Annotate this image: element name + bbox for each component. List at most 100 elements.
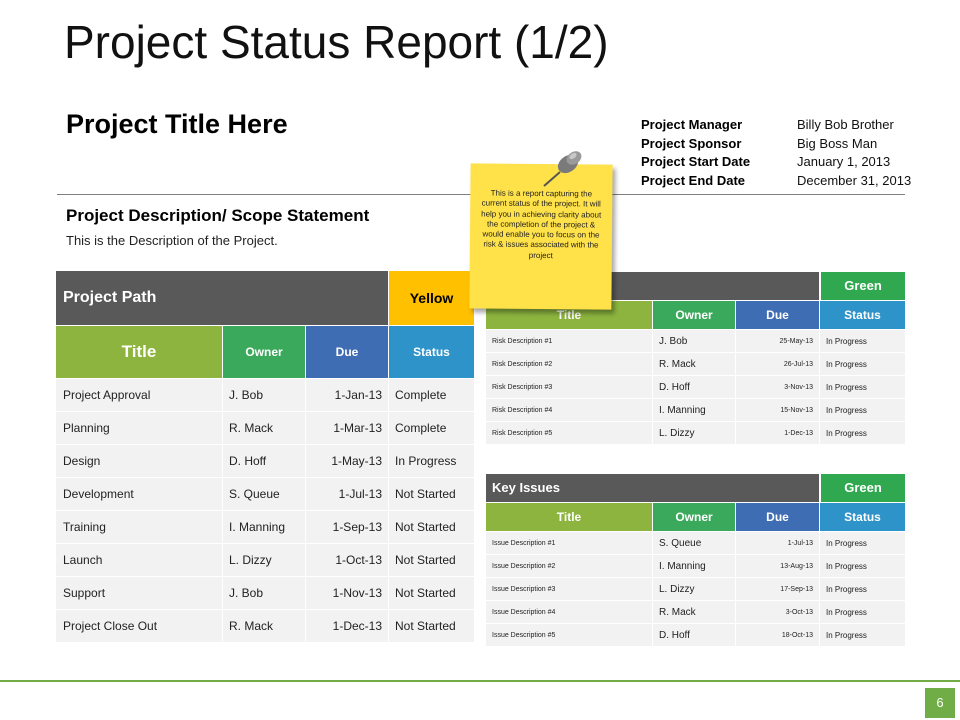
cell-status: In Progress [819, 329, 906, 353]
status-badge: Green [819, 474, 905, 502]
meta-value: Big Boss Man [797, 135, 878, 151]
cell-title: Issue Description #2 [485, 554, 653, 578]
cell-title: Design [55, 444, 223, 478]
cell-owner: R. Mack [652, 600, 736, 624]
cell-title: Risk Description #5 [485, 421, 653, 445]
column-header-status: Status [819, 502, 906, 532]
column-header-title: Title [485, 502, 653, 532]
meta-row-sponsor: Project Sponsor Big Boss Man [641, 135, 911, 154]
cell-status: Not Started [388, 477, 476, 511]
column-header-status: Status [819, 300, 906, 330]
cell-title: Project Approval [55, 378, 223, 412]
cell-owner: D. Hoff [652, 623, 736, 647]
meta-value: Billy Bob Brother [797, 117, 894, 132]
slide-title: Project Status Report (1/2) [64, 16, 609, 68]
cell-due: 1-Jul-13 [304, 477, 390, 511]
column-header-row: Title Owner Due Status [55, 325, 476, 379]
table-row: Project Close Out R. Mack 1-Dec-13 Not Star… [55, 609, 476, 643]
cell-title: Issue Description #1 [485, 531, 653, 555]
column-header-owner: Owner [652, 502, 736, 532]
meta-row-manager: Project Manager Billy Bob Brother [641, 116, 911, 135]
table-row: Issue Description #1 S. Queue 1-Jul-13 In P… [485, 531, 906, 555]
cell-title: Risk Description #2 [485, 352, 653, 376]
cell-status: In Progress [819, 577, 906, 601]
table-row: Training I. Manning 1-Sep-13 Not Started [55, 510, 476, 544]
cell-status: In Progress [819, 531, 906, 555]
cell-due: 1-May-13 [304, 444, 390, 478]
column-header-due: Due [735, 300, 820, 330]
cell-title: Issue Description #3 [485, 577, 653, 601]
table-row: Project Approval J. Bob 1-Jan-13 Complete [55, 378, 476, 412]
cell-status: Not Started [388, 543, 476, 577]
cell-due: 25-May-13 [735, 329, 820, 353]
cell-status: In Progress [819, 352, 906, 376]
cell-status: In Progress [819, 375, 906, 399]
cell-owner: L. Dizzy [652, 421, 736, 445]
cell-status: In Progress [388, 444, 476, 478]
cell-due: 13-Aug-13 [735, 554, 820, 578]
cell-owner: S. Queue [652, 531, 736, 555]
table-row: Risk Description #1 J. Bob 25-May-13 In Pro… [485, 329, 906, 353]
footer-line [0, 680, 960, 682]
project-path-heading: Project Path [54, 270, 390, 326]
meta-value: January 1, 2013 [797, 154, 891, 170]
cell-due: 1-Jan-13 [304, 378, 390, 412]
table-row: Risk Description #2 R. Mack 26-Jul-13 In Pr… [485, 352, 906, 376]
column-header-owner: Owner [222, 325, 306, 379]
table-row: Risk Description #5 L. Dizzy 1-Dec-13 In Pr… [485, 421, 906, 445]
status-badge: Green [819, 272, 905, 300]
cell-owner: I. Manning [222, 510, 306, 544]
cell-owner: I. Manning [652, 554, 736, 578]
table-header-row: Key Issues Green [485, 473, 906, 503]
project-title: Project Title Here [66, 109, 288, 139]
cell-due: 17-Sep-13 [735, 577, 820, 601]
cell-title: Training [55, 510, 223, 544]
description-heading: Project Description/ Scope Statement [66, 206, 370, 225]
cell-due: 1-Dec-13 [735, 421, 820, 445]
table-row: Design D. Hoff 1-May-13 In Progress [55, 444, 476, 478]
cell-status: Complete [388, 378, 476, 412]
column-header-title: Title [55, 325, 223, 379]
meta-label: Project Sponsor [641, 135, 742, 151]
cell-status: Not Started [388, 609, 476, 643]
table-row: Launch L. Dizzy 1-Oct-13 Not Started [55, 543, 476, 577]
meta-label: Project Start Date [641, 154, 751, 170]
cell-owner: L. Dizzy [222, 543, 306, 577]
table-row: Planning R. Mack 1-Mar-13 Complete [55, 411, 476, 445]
cell-title: Issue Description #4 [485, 600, 653, 624]
cell-status: In Progress [819, 554, 906, 578]
cell-title: Planning [55, 411, 223, 445]
cell-due: 3-Oct-13 [735, 600, 820, 624]
cell-due: 1-Oct-13 [304, 543, 390, 577]
cell-due: 26-Jul-13 [735, 352, 820, 376]
cell-title: Risk Description #1 [485, 329, 653, 353]
cell-title: Support [55, 576, 223, 610]
key-issues-heading: Key Issues [486, 474, 819, 502]
meta-row-start: Project Start Date January 1, 2013 [641, 153, 911, 172]
column-header-due: Due [735, 502, 820, 532]
column-header-row: Title Owner Due Status [485, 502, 906, 532]
project-path-table: Project Path Yellow Title Owner Due Stat… [54, 270, 476, 643]
cell-status: Not Started [388, 510, 476, 544]
cell-owner: J. Bob [222, 576, 306, 610]
cell-owner: R. Mack [222, 411, 306, 445]
cell-status: Complete [388, 411, 476, 445]
cell-owner: R. Mack [222, 609, 306, 643]
cell-due: 18-Oct-13 [735, 623, 820, 647]
cell-title: Project Close Out [55, 609, 223, 643]
status-badge: Yellow [388, 270, 476, 326]
table-row: Issue Description #3 L. Dizzy 17-Sep-13 In … [485, 577, 906, 601]
cell-owner: J. Bob [222, 378, 306, 412]
cell-status: In Progress [819, 600, 906, 624]
sticky-note-text: This is a report capturing the current s… [481, 188, 602, 260]
key-issues-table: Key Issues Green Title Owner Due Status … [485, 473, 906, 647]
table-header-row: Project Path Yellow [54, 270, 476, 326]
cell-status: In Progress [819, 421, 906, 445]
cell-owner: L. Dizzy [652, 577, 736, 601]
column-header-due: Due [304, 325, 390, 379]
cell-owner: R. Mack [652, 352, 736, 376]
push-pin-icon [536, 146, 586, 197]
cell-status: In Progress [819, 398, 906, 422]
cell-due: 1-Mar-13 [304, 411, 390, 445]
cell-status: In Progress [819, 623, 906, 647]
